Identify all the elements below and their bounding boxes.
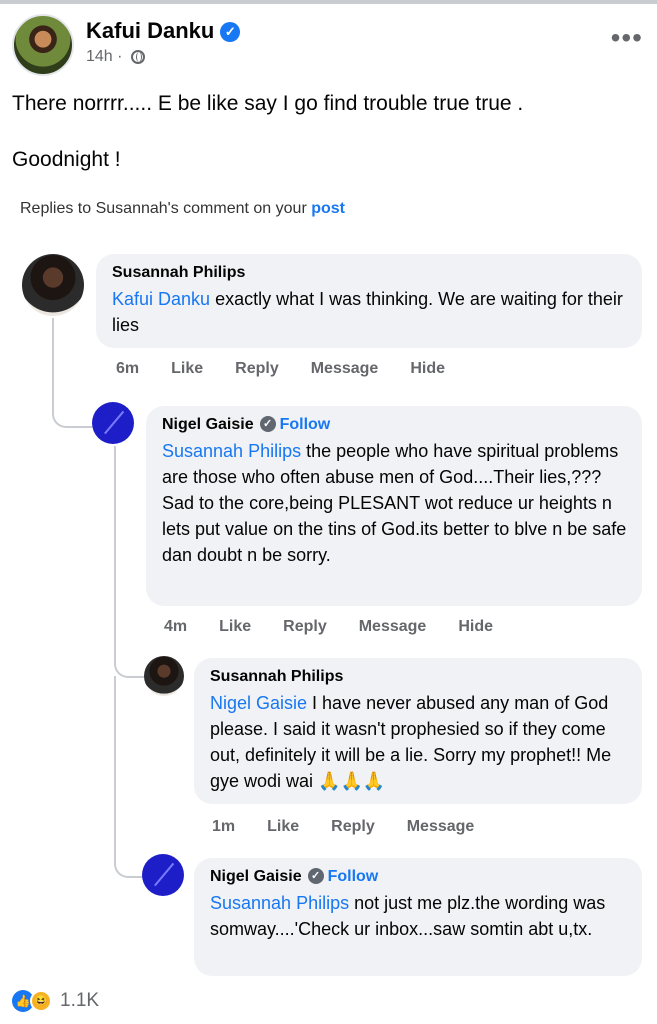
reaction-count[interactable]: 1.1K (60, 990, 99, 1012)
reaction-summary[interactable]: 👍 😆 1.1K (12, 990, 99, 1012)
comment-bubble: Susannah Philips Nigel Gaisie I have nev… (194, 658, 642, 804)
mention-link[interactable]: Kafui Danku (112, 289, 210, 309)
thread-connector (52, 318, 92, 428)
comment-bubble: Nigel Gaisie ✓ Follow Susannah Philips not… (194, 858, 642, 976)
commenter-avatar[interactable] (92, 402, 134, 444)
reply-button[interactable]: Reply (331, 818, 375, 836)
meta-separator: · (117, 48, 123, 65)
commenter-avatar[interactable] (22, 254, 84, 316)
post-meta: 14h · (86, 48, 145, 66)
post-time[interactable]: 14h (86, 48, 113, 65)
post-link[interactable]: post (311, 200, 345, 217)
post-text-line: Goodnight ! (12, 148, 121, 171)
author-avatar[interactable] (12, 14, 74, 76)
message-button[interactable]: Message (311, 360, 379, 378)
message-button[interactable]: Message (407, 818, 475, 836)
commenter-name-row: Nigel Gaisie ✓ Follow (162, 416, 628, 434)
like-button[interactable]: Like (171, 360, 203, 378)
commenter-name[interactable]: Susannah Philips (210, 668, 628, 686)
follow-button[interactable]: Follow (328, 868, 379, 885)
message-button[interactable]: Message (359, 618, 427, 636)
comment-text: Nigel Gaisie I have never abused any man… (210, 690, 628, 794)
verified-badge-icon: ✓ (220, 22, 241, 43)
reply-button[interactable]: Reply (283, 618, 327, 636)
comment-actions: 4m Like Reply Message Hide (164, 618, 525, 636)
replies-note: Replies to Susannah's comment on your po… (20, 200, 345, 218)
thread-connector (114, 446, 146, 678)
post-author[interactable]: Kafui Danku ✓ (86, 18, 241, 44)
commenter-name[interactable]: Nigel Gaisie (162, 416, 254, 433)
mention-link[interactable]: Susannah Philips (162, 441, 301, 461)
comment-actions: 1m Like Reply Message (212, 818, 506, 836)
follow-button[interactable]: Follow (280, 416, 331, 433)
post-author-name[interactable]: Kafui Danku (86, 18, 214, 43)
comment-bubble: Nigel Gaisie ✓ Follow Susannah Philips the… (146, 406, 642, 606)
globe-icon (130, 49, 145, 64)
hide-button[interactable]: Hide (410, 360, 445, 378)
hide-button[interactable]: Hide (458, 618, 493, 636)
reply-button[interactable]: Reply (235, 360, 279, 378)
like-button[interactable]: Like (219, 618, 251, 636)
comment-text: Susannah Philips the people who have spi… (162, 438, 628, 568)
haha-reaction-icon: 😆 (30, 990, 52, 1012)
comment-text: Kafui Danku exactly what I was thinking.… (112, 286, 628, 338)
commenter-avatar[interactable] (142, 854, 184, 896)
more-options-icon[interactable]: ••• (611, 22, 643, 54)
replies-note-text: Replies to Susannah's comment on your (20, 200, 312, 217)
thread-connector (114, 676, 146, 878)
commenter-name[interactable]: Nigel Gaisie (210, 868, 302, 885)
verified-badge-icon: ✓ (259, 416, 276, 432)
commenter-name-row: Nigel Gaisie ✓ Follow (210, 868, 628, 886)
mention-link[interactable]: Susannah Philips (210, 893, 349, 913)
comment-text: Susannah Philips not just me plz.the wor… (210, 890, 628, 942)
post-text-line: There norrrr..... E be like say I go fin… (12, 92, 524, 115)
like-button[interactable]: Like (267, 818, 299, 836)
comment-time[interactable]: 1m (212, 818, 235, 836)
comment-time[interactable]: 4m (164, 618, 187, 636)
commenter-avatar[interactable] (144, 656, 184, 696)
comment-time[interactable]: 6m (116, 360, 139, 378)
comment-bubble: Susannah Philips Kafui Danku exactly wha… (96, 254, 642, 348)
top-divider (0, 0, 657, 4)
verified-badge-icon: ✓ (307, 868, 324, 884)
commenter-name[interactable]: Susannah Philips (112, 264, 628, 282)
mention-link[interactable]: Nigel Gaisie (210, 693, 307, 713)
comment-actions: 6m Like Reply Message Hide (116, 360, 477, 378)
